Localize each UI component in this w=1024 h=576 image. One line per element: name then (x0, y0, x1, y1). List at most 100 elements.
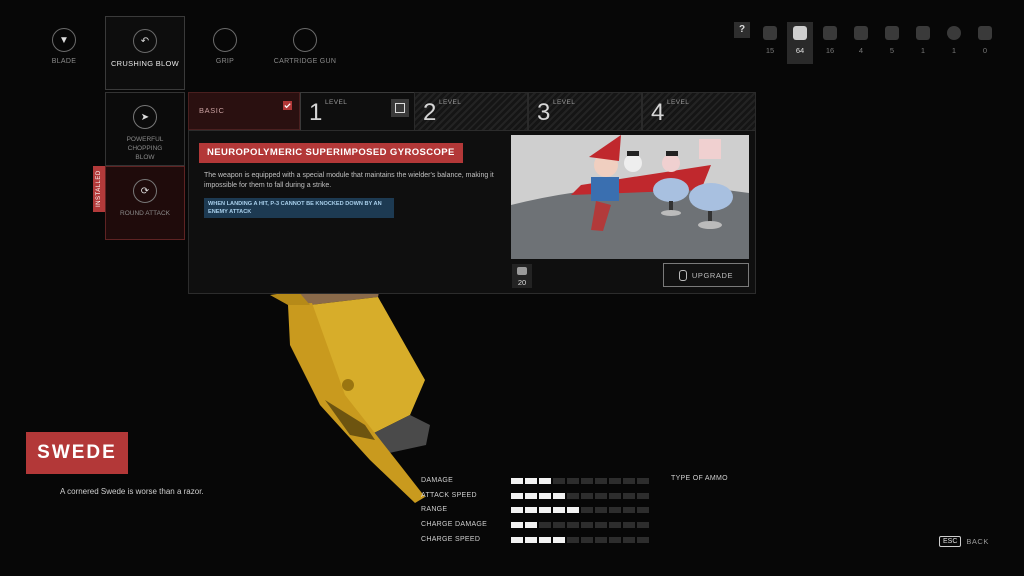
help-button[interactable]: ? (734, 22, 750, 38)
stat-segment (609, 478, 621, 484)
stat-segment (623, 507, 635, 513)
chopping-blow-icon: ➤ (133, 105, 157, 129)
cost-value: 20 (517, 278, 527, 287)
resource-slot: 15 (757, 22, 783, 64)
level-number: 2 (423, 99, 437, 126)
upgrade-label: UPGRADE (691, 270, 734, 280)
stat-label: DAMAGE (421, 477, 454, 484)
grip-icon (213, 28, 237, 52)
stat-segment (567, 522, 579, 528)
stat-segment (553, 522, 565, 528)
stat-segment (637, 537, 649, 543)
stat-bar (511, 522, 649, 528)
stat-segment (595, 537, 607, 543)
resource-icon (947, 26, 961, 40)
upgrade-button[interactable]: UPGRADE (663, 263, 749, 287)
resource-count: 15 (765, 46, 775, 55)
upgrade-title: NEUROPOLYMERIC SUPERIMPOSED GYROSCOPE (199, 143, 463, 163)
stat-segment (553, 493, 565, 499)
tab-level-1[interactable]: 1 LEVEL (300, 92, 415, 132)
resource-count: 64 (795, 46, 805, 55)
basic-label: BASIC (199, 106, 225, 115)
resource-slot: 0 (972, 22, 998, 64)
category-label: BLADE (51, 58, 77, 65)
weapon-tagline: A cornered Swede is worse than a razor. (60, 487, 204, 496)
tab-level-4[interactable]: 4 LEVEL (642, 92, 756, 132)
module-label: POWERFUL CHOPPING BLOW (126, 136, 164, 161)
stat-segment (581, 478, 593, 484)
level-word: LEVEL (667, 99, 690, 106)
back-button[interactable]: ESC BACK (939, 536, 989, 547)
stat-segment (511, 493, 523, 499)
level-word: LEVEL (325, 99, 348, 106)
resource-icon (885, 26, 899, 40)
stat-segment (623, 537, 635, 543)
stat-segment (609, 537, 621, 543)
stat-bar (511, 537, 649, 543)
ammo-type-label: TYPE OF AMMO (671, 475, 728, 482)
crushing-blow-icon: ↶ (133, 29, 157, 53)
stat-segment (567, 507, 579, 513)
resource-count: 16 (825, 46, 835, 55)
stat-segment (595, 493, 607, 499)
resource-slot: 16 (817, 22, 843, 64)
category-tab-cartridge-gun[interactable]: CARTRIDGE GUN (266, 16, 344, 88)
checkmark-icon (283, 101, 292, 110)
stat-segment (553, 537, 565, 543)
stat-bar (511, 507, 649, 513)
stat-segment (511, 507, 523, 513)
category-tab-grip[interactable]: GRIP (186, 16, 264, 88)
category-tab-crushing-blow[interactable]: ↶ CRUSHING BLOW (105, 16, 185, 90)
stat-segment (581, 493, 593, 499)
resource-icon (763, 26, 777, 40)
level-number: 3 (537, 99, 551, 126)
stat-segment (511, 522, 523, 528)
module-powerful-chopping-blow[interactable]: ➤ POWERFUL CHOPPING BLOW (105, 92, 185, 166)
resource-slot: 64 (787, 22, 813, 64)
blade-icon: ▼ (52, 28, 76, 52)
resource-count: 0 (982, 46, 988, 55)
stat-label: CHARGE DAMAGE (421, 521, 488, 528)
category-tab-blade[interactable]: ▼ BLADE (25, 16, 103, 88)
resource-icon (978, 26, 992, 40)
resource-icon (854, 26, 868, 40)
category-label: CRUSHING BLOW (110, 59, 180, 68)
resource-icon (823, 26, 837, 40)
level-number: 1 (309, 99, 323, 126)
stat-segment (637, 478, 649, 484)
resource-count: 1 (920, 46, 926, 55)
category-label: CARTRIDGE GUN (273, 58, 337, 65)
tab-level-2[interactable]: 2 LEVEL (414, 92, 528, 132)
stat-segment (581, 522, 593, 528)
esc-key: ESC (939, 536, 962, 547)
stat-segment (637, 507, 649, 513)
stat-segment (581, 537, 593, 543)
stat-segment (637, 522, 649, 528)
resource-slot: 5 (879, 22, 905, 64)
stat-segment (595, 507, 607, 513)
stat-segment (525, 507, 537, 513)
level-number: 4 (651, 99, 665, 126)
stat-segment (623, 522, 635, 528)
stat-label: CHARGE SPEED (421, 536, 481, 543)
module-round-attack[interactable]: ⟳ ROUND ATTACK (105, 166, 185, 240)
resource-count: 5 (889, 46, 895, 55)
stat-segment (567, 478, 579, 484)
upgrade-effect: WHEN LANDING A HIT, P-3 CANNOT BE KNOCKE… (204, 198, 394, 218)
tab-basic[interactable]: BASIC (188, 92, 300, 130)
stat-segment (567, 493, 579, 499)
stat-segment (637, 493, 649, 499)
stat-segment (511, 478, 523, 484)
installed-badge: INSTALLED (93, 166, 105, 212)
stat-label: ATTACK SPEED (421, 492, 477, 499)
round-attack-icon: ⟳ (133, 179, 157, 203)
upgrade-illustration (511, 135, 749, 259)
stat-segment (595, 522, 607, 528)
stat-bar (511, 478, 649, 484)
stat-segment (525, 493, 537, 499)
stat-label: RANGE (421, 506, 448, 513)
tab-level-3[interactable]: 3 LEVEL (528, 92, 642, 132)
stat-segment (623, 493, 635, 499)
checkbox-icon (391, 99, 409, 117)
stat-segment (553, 507, 565, 513)
